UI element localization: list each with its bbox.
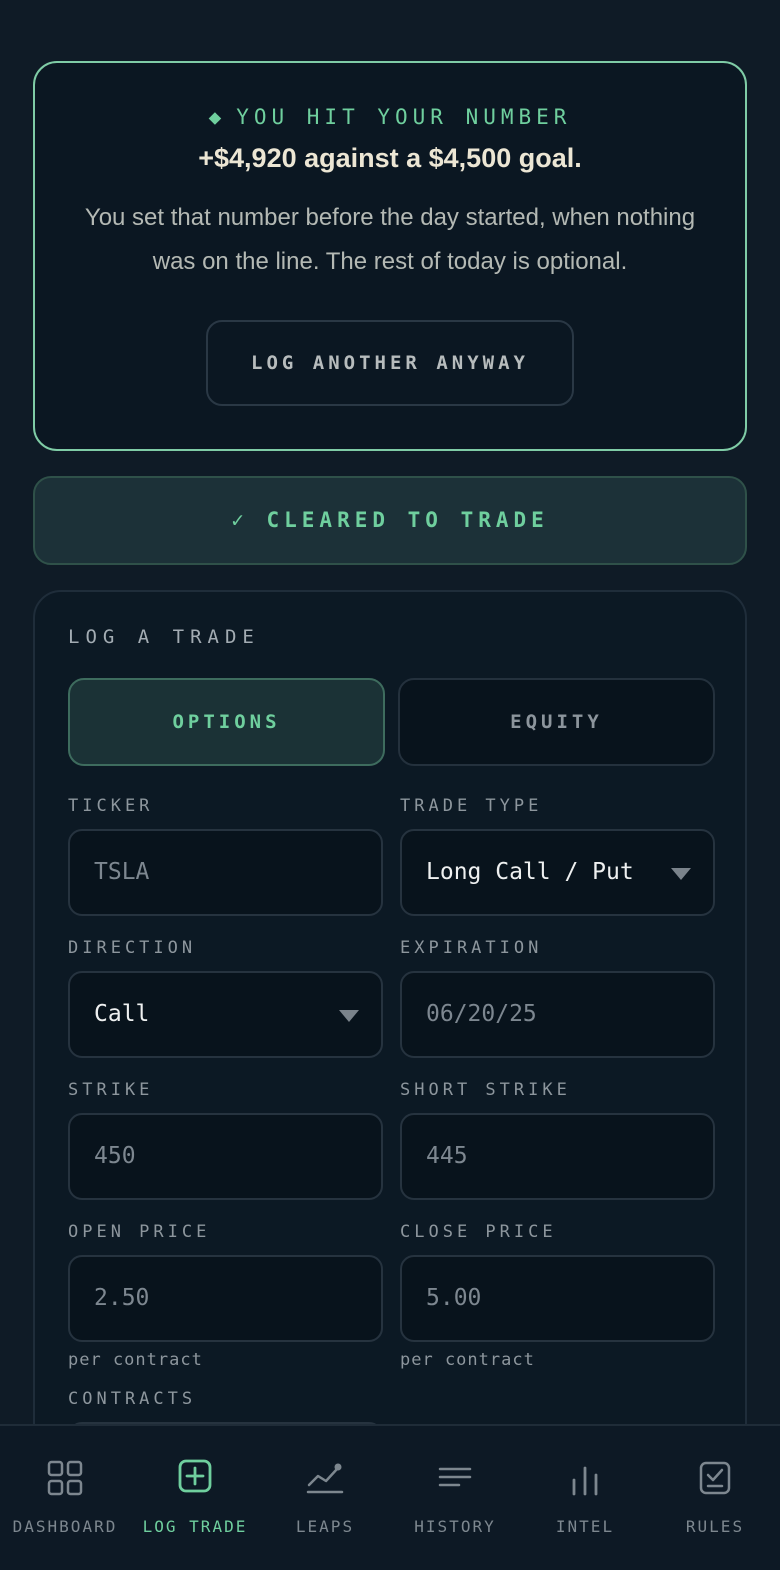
trade-type-value: Long Call / Put	[426, 859, 634, 885]
cleared-label: CLEARED TO TRADE	[266, 508, 549, 532]
log-trade-card: LOG A TRADE OPTIONS EQUITY TICKER TSLA T…	[33, 590, 747, 1570]
open-price-hint: per contract	[68, 1350, 203, 1370]
strike-input[interactable]: 450	[68, 1113, 383, 1200]
log-trade-screen: ◆ YOU HIT YOUR NUMBER +$4,920 against a $…	[0, 0, 780, 1570]
plus-square-icon	[178, 1459, 212, 1493]
trade-type-select[interactable]: Long Call / Put	[400, 829, 715, 916]
nav-label-log-trade: LOG TRADE	[142, 1517, 248, 1536]
direction-label: DIRECTION	[68, 938, 197, 958]
goal-body-text: You set that number before the day start…	[84, 204, 696, 275]
options-tab[interactable]: OPTIONS	[68, 678, 385, 766]
short-strike-label: SHORT STRIKE	[400, 1080, 571, 1100]
close-price-label: CLOSE PRICE	[400, 1222, 557, 1242]
direction-select[interactable]: Call	[68, 971, 383, 1058]
nav-item-log-trade[interactable]: LOG TRADE	[130, 1426, 260, 1570]
list-lines-icon	[438, 1467, 472, 1487]
trend-line-icon	[306, 1463, 344, 1494]
open-price-label: OPEN PRICE	[68, 1222, 211, 1242]
nav-item-history[interactable]: HISTORY	[390, 1426, 520, 1570]
nav-label-intel: INTEL	[555, 1517, 615, 1536]
open-price-input[interactable]: 2.50	[68, 1255, 383, 1342]
equity-tab[interactable]: EQUITY	[398, 678, 715, 766]
nav-item-intel[interactable]: INTEL	[520, 1426, 650, 1570]
close-price-input[interactable]: 5.00	[400, 1255, 715, 1342]
expiration-label: EXPIRATION	[400, 938, 543, 958]
nav-label-dashboard: DASHBOARD	[12, 1517, 118, 1536]
nav-item-dashboard[interactable]: DASHBOARD	[0, 1426, 130, 1570]
log-another-anyway-button[interactable]: LOG ANOTHER ANYWAY	[206, 320, 574, 406]
cleared-to-trade-banner: ✓ CLEARED TO TRADE	[33, 476, 747, 565]
checklist-icon	[699, 1461, 731, 1495]
goal-reached-card: ◆ YOU HIT YOUR NUMBER +$4,920 against a $…	[33, 61, 747, 451]
trade-type-label: TRADE TYPE	[400, 796, 543, 816]
chevron-down-icon	[671, 868, 691, 880]
ticker-label: TICKER	[68, 796, 154, 816]
nav-label-history: HISTORY	[414, 1517, 496, 1536]
grid-icon	[47, 1460, 83, 1496]
direction-value: Call	[94, 1001, 150, 1027]
nav-item-leaps[interactable]: LEAPS	[260, 1426, 390, 1570]
goal-eyebrow-text: YOU HIT YOUR NUMBER	[236, 105, 572, 129]
close-price-hint: per contract	[400, 1350, 535, 1370]
ticker-input[interactable]: TSLA	[68, 829, 383, 916]
bottom-nav: DASHBOARD LOG TRADE LEAPS HISTORY INTEL …	[0, 1424, 780, 1570]
nav-label-leaps: LEAPS	[295, 1517, 355, 1536]
chevron-down-icon	[339, 1010, 359, 1022]
goal-headline: +$4,920 against a $4,500 goal.	[198, 143, 582, 173]
contracts-label: CONTRACTS	[68, 1389, 197, 1409]
nav-label-rules: RULES	[685, 1517, 745, 1536]
check-icon: ✓	[231, 508, 249, 532]
short-strike-input[interactable]: 445	[400, 1113, 715, 1200]
goal-eyebrow: ◆ YOU HIT YOUR NUMBER	[35, 105, 745, 129]
strike-label: STRIKE	[68, 1080, 154, 1100]
diamond-icon: ◆	[208, 105, 227, 129]
nav-item-rules[interactable]: RULES	[650, 1426, 780, 1570]
section-title: LOG A TRADE	[68, 626, 260, 648]
expiration-input[interactable]: 06/20/25	[400, 971, 715, 1058]
bar-chart-icon	[572, 1466, 598, 1496]
